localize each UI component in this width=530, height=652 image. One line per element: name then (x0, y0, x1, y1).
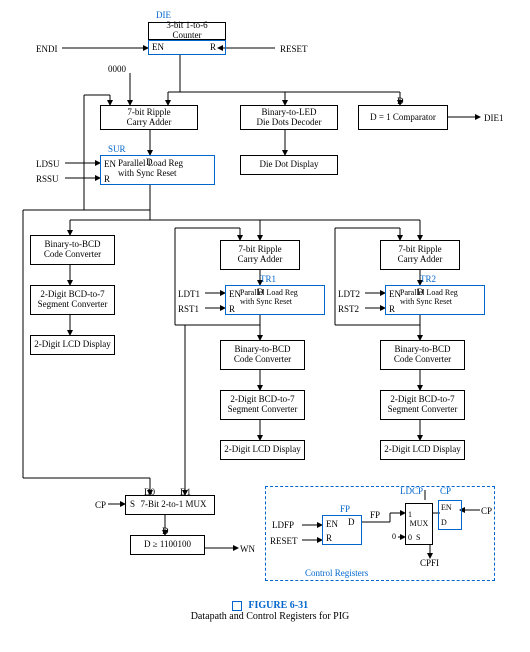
fp-label: FP (340, 504, 350, 514)
muxs: MUX (410, 520, 429, 529)
zero-in: 0 (392, 532, 396, 541)
r1: R (210, 42, 216, 52)
b2bcd-r: Binary-to-BCD Code Converter (380, 340, 465, 370)
ldt2: LDT2 (338, 289, 360, 299)
ctrlreg: Control Registers (305, 568, 368, 578)
adder-m-t: 7-bit Ripple Carry Adder (238, 245, 283, 265)
ldsu: LDSU (36, 159, 60, 169)
counter-text: 3-bit 1-to-6 Counter (166, 21, 207, 41)
diedot-text: Die Dot Display (260, 160, 319, 170)
d-cp: D (441, 518, 447, 527)
tr2: TR2 (420, 274, 436, 284)
diedot: Die Dot Display (240, 155, 338, 175)
zeros: 0000 (108, 64, 126, 74)
adder-m: 7-bit Ripple Carry Adder (220, 240, 300, 270)
adder1: 7-bit Ripple Carry Adder (100, 105, 198, 130)
lcd-m-t: 2-Digit LCD Display (224, 445, 301, 455)
bcd27-l-t: 2-Digit BCD-to-7 Segment Converter (38, 290, 108, 310)
b2bcd-l: Binary-to-BCD Code Converter (30, 235, 115, 265)
d-fp: D (348, 517, 355, 527)
mux-t: 7-Bit 2-to-1 MUX (135, 500, 212, 510)
bcd27-r-t: 2-Digit BCD-to-7 Segment Converter (388, 395, 458, 415)
reset-fp: RESET (270, 536, 298, 546)
adder-r: 7-bit Ripple Carry Adder (380, 240, 460, 270)
cp-in: CP (95, 500, 106, 510)
bcd27-r: 2-Digit BCD-to-7 Segment Converter (380, 390, 465, 420)
mux1: 1 (408, 510, 412, 519)
die1: DIE1 (484, 113, 504, 123)
b2bcd-m-t: Binary-to-BCD Code Converter (234, 345, 291, 365)
lcd-r: 2-Digit LCD Display (380, 440, 465, 460)
parallel-sur: Parallel Load Reg with Sync Reset (118, 158, 213, 178)
bcd27-l: 2-Digit BCD-to-7 Segment Converter (30, 285, 115, 315)
rst1: RST1 (178, 304, 199, 314)
fp-out: FP (370, 510, 380, 520)
adder1-text: 7-bit Ripple Carry Adder (127, 108, 172, 128)
bcd27-m: 2-Digit BCD-to-7 Segment Converter (220, 390, 305, 420)
b2bcd-m: Binary-to-BCD Code Converter (220, 340, 305, 370)
fignum: FIGURE 6-31 (248, 600, 308, 611)
sur: SUR (108, 144, 126, 154)
r-tr1: R (229, 304, 235, 314)
bcd27-m-t: 2-Digit BCD-to-7 Segment Converter (228, 395, 298, 415)
reset1: RESET (280, 44, 308, 54)
mux0: 0 (408, 533, 412, 542)
lcd-r-t: 2-Digit LCD Display (384, 445, 461, 455)
endi: ENDI (36, 44, 58, 54)
muxS: S (416, 533, 420, 542)
b2bcd-r-t: Binary-to-BCD Code Converter (394, 345, 451, 365)
wn: WN (240, 544, 255, 554)
adder-r-t: 7-bit Ripple Carry Adder (398, 245, 443, 265)
r-tr2: R (389, 304, 395, 314)
r-sur: R (104, 174, 110, 184)
square-icon (232, 601, 242, 611)
dcmp2: D ≥ 1100100 (130, 535, 205, 555)
lcd-l: 2-Digit LCD Display (30, 335, 115, 355)
dcmp: D = 1 Comparator (358, 105, 448, 130)
tr1: TR1 (260, 274, 276, 284)
caption: FIGURE 6-31 Datapath and Control Registe… (140, 600, 400, 622)
ldcp: LDCP (400, 486, 423, 496)
cp-out: CP (481, 506, 492, 516)
dcmp-text: D = 1 Comparator (370, 113, 436, 123)
en-cp: EN (441, 503, 452, 512)
en-fp: EN (326, 519, 338, 529)
b2bcd-l-t: Binary-to-BCD Code Converter (44, 240, 101, 260)
dcmp2-t: D ≥ 1100100 (144, 540, 191, 550)
b2led: Binary-to-LED Die Dots Decoder (240, 105, 338, 130)
rst2: RST2 (338, 304, 359, 314)
die-label: DIE (156, 10, 171, 20)
rssu: RSSU (36, 174, 59, 184)
lcd-m: 2-Digit LCD Display (220, 440, 305, 460)
lcd-l-t: 2-Digit LCD Display (34, 340, 111, 350)
cp-label: CP (440, 486, 451, 496)
ldfp: LDFP (272, 520, 294, 530)
cpfi: CPFI (420, 558, 439, 568)
r-fp: R (326, 533, 332, 543)
counter-box: 3-bit 1-to-6 Counter (148, 22, 226, 40)
figtitle: Datapath and Control Registers for PIG (191, 611, 350, 622)
mux: S 7-Bit 2-to-1 MUX (125, 495, 215, 515)
ldt1: LDT1 (178, 289, 200, 299)
en-sur: EN (104, 159, 116, 169)
parallel-tr1: Parallel Load Reg with Sync Reset (240, 288, 325, 306)
parallel-tr2: Parallel Load Reg with Sync Reset (400, 288, 485, 306)
en1: EN (152, 42, 164, 52)
b2led-text: Binary-to-LED Die Dots Decoder (257, 108, 322, 128)
